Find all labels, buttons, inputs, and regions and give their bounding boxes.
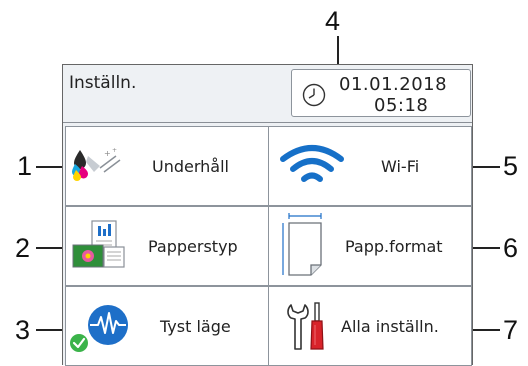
callout-1: 1	[17, 151, 33, 181]
svg-text:+: +	[104, 149, 111, 158]
quiet-mode-button[interactable]: Tyst läge	[65, 286, 269, 366]
callout-7: 7	[503, 315, 519, 345]
quiet-mode-icon	[88, 305, 128, 345]
clock-icon	[302, 83, 326, 107]
check-icon	[70, 334, 88, 352]
page-title: Inställn.	[69, 73, 137, 93]
paper-type-icon	[72, 220, 125, 268]
wifi-icon	[280, 145, 344, 182]
paper-size-button[interactable]: Papp.format	[268, 206, 472, 286]
callout-3: 3	[15, 315, 31, 345]
date-time-button[interactable]: 01.01.2018 05:18	[291, 69, 471, 117]
callout-2: 2	[15, 233, 31, 263]
callout-4: 4	[325, 6, 341, 36]
ink-cartridge-icon: + +	[72, 147, 121, 181]
paper-type-label: Papperstyp	[148, 237, 238, 256]
all-settings-label: Alla inställn.	[341, 317, 439, 336]
callout-5: 5	[503, 151, 519, 181]
maintenance-button[interactable]: + + Underhåll	[65, 126, 269, 206]
paper-size-icon	[282, 213, 322, 276]
callout-6: 6	[503, 233, 519, 263]
wrench-screwdriver-icon	[287, 302, 324, 350]
all-settings-button[interactable]: Alla inställn.	[268, 286, 472, 366]
callout-5-line	[470, 166, 500, 168]
callout-7-line	[470, 329, 500, 331]
date-display: 01.01.2018	[339, 74, 448, 95]
wifi-label: Wi-Fi	[381, 157, 420, 176]
wifi-button[interactable]: Wi-Fi	[268, 126, 472, 206]
paper-type-button[interactable]: Papperstyp	[65, 206, 269, 286]
callout-6-line	[470, 247, 500, 249]
time-display: 05:18	[374, 95, 429, 116]
header-bar: Inställn. 01.01.2018 05:18	[63, 65, 472, 123]
paper-size-label: Papp.format	[345, 237, 443, 256]
touchscreen: Inställn. 01.01.2018 05:18 + + Underhåll	[62, 64, 473, 366]
maintenance-label: Underhåll	[152, 157, 229, 176]
svg-text:+: +	[112, 147, 117, 154]
quiet-mode-label: Tyst läge	[160, 317, 231, 336]
